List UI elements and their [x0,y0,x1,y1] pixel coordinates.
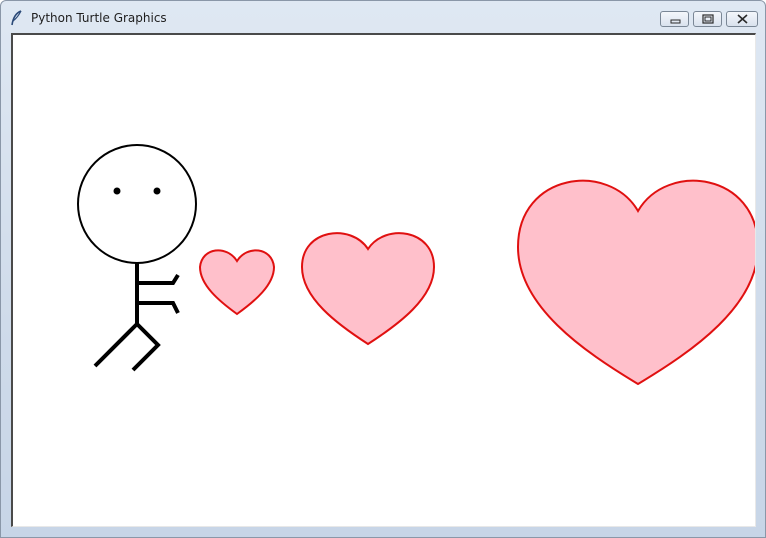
upper-arm [137,273,180,285]
turtle-window: Python Turtle Graphics [0,0,766,538]
left-leg [93,322,139,368]
stick-figure [77,144,197,372]
heart-medium [300,232,436,346]
turtle-canvas[interactable] [11,33,756,527]
minimize-icon [670,19,681,24]
close-button[interactable] [726,11,758,27]
heart-large [516,179,755,386]
head [77,144,197,264]
window-title: Python Turtle Graphics [31,11,167,25]
lower-arm [137,301,180,314]
heart-small [198,249,276,316]
right-eye [153,187,161,195]
close-icon [737,14,748,24]
feather-icon [10,10,24,26]
title-bar[interactable]: Python Turtle Graphics [1,1,765,33]
maximize-icon [702,14,714,24]
minimize-button[interactable] [660,11,689,27]
maximize-button[interactable] [693,11,722,27]
right-leg [131,322,161,372]
left-eye [113,187,121,195]
drawing-surface [77,144,755,386]
